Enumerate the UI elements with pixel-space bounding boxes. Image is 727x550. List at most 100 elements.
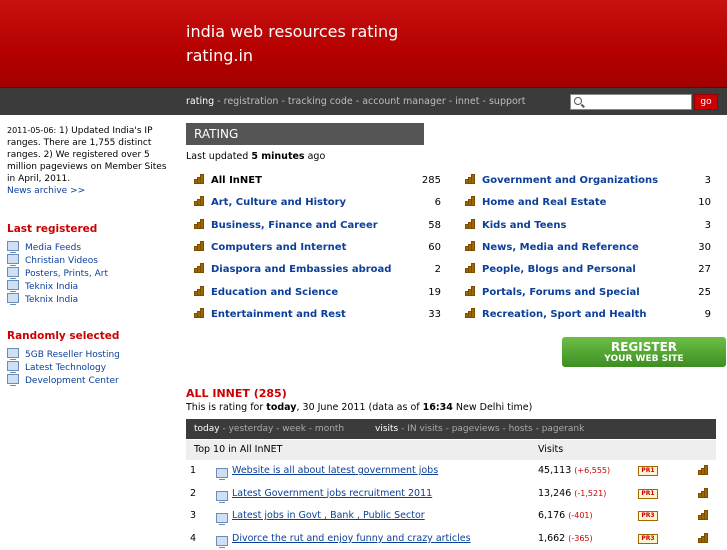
stats-icon[interactable] <box>698 510 708 521</box>
register-label: REGISTER <box>610 340 678 354</box>
site-link[interactable]: Latest jobs in Govt , Bank , Public Sect… <box>232 505 425 527</box>
visits-value: 13,246 (-1,521) <box>538 483 606 505</box>
category-label: Computers and Internet <box>211 241 347 253</box>
news-archive-link[interactable]: News archive >> <box>7 185 167 197</box>
category-link[interactable]: Computers and Internet <box>194 240 347 253</box>
category-count: 3 <box>704 175 711 186</box>
category-link[interactable]: Art, Culture and History <box>194 196 346 208</box>
rating-tab[interactable]: RATING <box>186 123 424 145</box>
nav-tracking-code[interactable]: tracking code <box>288 96 353 107</box>
search-icon <box>574 97 582 105</box>
rating-for-text: New Delhi time) <box>452 402 533 413</box>
list-item: Christian Videos <box>7 254 167 267</box>
site-link[interactable]: Website is all about latest government j… <box>232 460 438 482</box>
site-title[interactable]: india web resources rating <box>186 22 398 41</box>
category-link[interactable]: Business, Finance and Career <box>194 218 378 231</box>
pagerank-badge: PR3 <box>638 533 658 544</box>
category-link[interactable]: Home and Real Estate <box>465 196 606 208</box>
tab-visits[interactable]: visits <box>375 424 398 434</box>
monitor-icon <box>7 374 19 386</box>
category-label: People, Blogs and Personal <box>482 264 636 276</box>
category-link[interactable]: People, Blogs and Personal <box>465 263 636 276</box>
updated-prefix: Last updated <box>186 151 252 162</box>
category-count: 10 <box>698 197 711 209</box>
monitor-icon <box>216 490 228 503</box>
rating-bars-icon <box>465 218 475 229</box>
category-label: Diaspora and Embassies abroad <box>211 264 392 276</box>
tab-week[interactable]: week <box>282 424 306 434</box>
category-link[interactable]: Recreation, Sport and Health <box>465 307 647 320</box>
site-domain[interactable]: rating.in <box>186 46 253 65</box>
main-nav: rating - registration - tracking code - … <box>186 96 526 107</box>
nav-rating[interactable]: rating <box>186 96 214 107</box>
nav-innet[interactable]: innet <box>455 96 479 107</box>
filter-tabs: today - yesterday - week - month visits … <box>186 419 716 439</box>
last-updated: Last updated 5 minutes ago <box>186 151 325 162</box>
stats-icon[interactable] <box>698 532 708 543</box>
site-link[interactable]: Divorce the rut and enjoy funny and craz… <box>232 528 471 550</box>
rank-number: 2 <box>190 487 197 499</box>
table-row: 3 Latest jobs in Govt , Bank , Public Sec… <box>186 505 716 527</box>
list-item: 5GB Reseller Hosting <box>7 348 167 361</box>
category-link[interactable]: Entertainment and Rest <box>194 307 346 320</box>
tab-yesterday[interactable]: yesterday <box>229 424 274 434</box>
category-count: 9 <box>704 308 711 320</box>
nav-registration[interactable]: registration <box>224 96 279 107</box>
last-registered-list: Media Feeds Christian Videos Posters, Pr… <box>7 241 167 306</box>
category-link[interactable]: Diaspora and Embassies abroad <box>194 263 392 276</box>
monitor-icon <box>216 468 228 480</box>
table-row: 4 Divorce the rut and enjoy funny and cra… <box>186 528 716 550</box>
nav-support[interactable]: support <box>489 96 525 107</box>
tab-month[interactable]: month <box>315 424 344 434</box>
tab-today[interactable]: today <box>194 424 220 434</box>
category-link[interactable]: Government and Organizations <box>465 174 659 186</box>
monitor-icon <box>7 254 19 266</box>
tab-hosts[interactable]: hosts <box>509 424 533 434</box>
category-count: 60 <box>428 241 441 253</box>
visits-count: 6,176 <box>538 510 566 522</box>
category-link[interactable]: News, Media and Reference <box>465 240 639 253</box>
sidebar: 2011-05-06: 1) Updated India's IP ranges… <box>7 125 167 387</box>
monitor-icon <box>216 535 228 548</box>
category-link[interactable]: Kids and Teens <box>465 218 567 231</box>
monitor-icon <box>7 280 19 292</box>
site-header: india web resources rating rating.in <box>0 0 727 87</box>
category-label: Government and Organizations <box>482 175 659 186</box>
category-label: Kids and Teens <box>482 219 567 231</box>
nav-account-manager[interactable]: account manager <box>362 96 446 107</box>
go-button[interactable]: go <box>694 94 718 110</box>
rating-bars-icon <box>465 196 475 207</box>
monitor-icon <box>7 241 19 253</box>
category-label: Entertainment and Rest <box>211 308 346 320</box>
site-link[interactable]: Christian Videos <box>25 256 98 266</box>
rating-for-text: This is rating for <box>186 402 267 413</box>
category-label: News, Media and Reference <box>482 241 639 253</box>
stats-icon[interactable] <box>698 465 708 475</box>
monitor-icon <box>7 293 19 305</box>
category-count: 25 <box>698 286 711 298</box>
site-link[interactable]: 5GB Reseller Hosting <box>25 350 120 360</box>
tab-pagerank[interactable]: pagerank <box>542 424 585 434</box>
register-button[interactable]: REGISTER YOUR WEB SITE <box>562 337 726 367</box>
category-link[interactable]: Portals, Forums and Special <box>465 285 640 298</box>
site-link[interactable]: Media Feeds <box>25 243 81 253</box>
category-link[interactable]: Education and Science <box>194 285 338 298</box>
category-link[interactable]: All InNET <box>194 174 262 186</box>
monitor-icon <box>7 361 19 373</box>
site-link[interactable]: Latest Government jobs recruitment 2011 <box>232 483 432 505</box>
site-link[interactable]: Teknix India <box>25 295 78 305</box>
rating-bars-icon <box>194 240 204 251</box>
visits-delta: (-365) <box>568 533 593 543</box>
updated-suffix: ago <box>304 151 326 162</box>
site-link[interactable]: Latest Technology <box>25 363 106 373</box>
search-input[interactable] <box>570 94 692 110</box>
tab-pageviews[interactable]: pageviews <box>452 424 500 434</box>
rating-bars-icon <box>465 174 475 184</box>
tab-in-visits[interactable]: IN visits <box>407 424 442 434</box>
site-link[interactable]: Development Center <box>25 376 119 386</box>
visits-delta: (-1,521) <box>574 488 607 498</box>
site-link[interactable]: Posters, Prints, Art <box>25 269 108 279</box>
pagerank-badge: PR1 <box>638 488 658 499</box>
stats-icon[interactable] <box>698 487 708 498</box>
site-link[interactable]: Teknix India <box>25 282 78 292</box>
